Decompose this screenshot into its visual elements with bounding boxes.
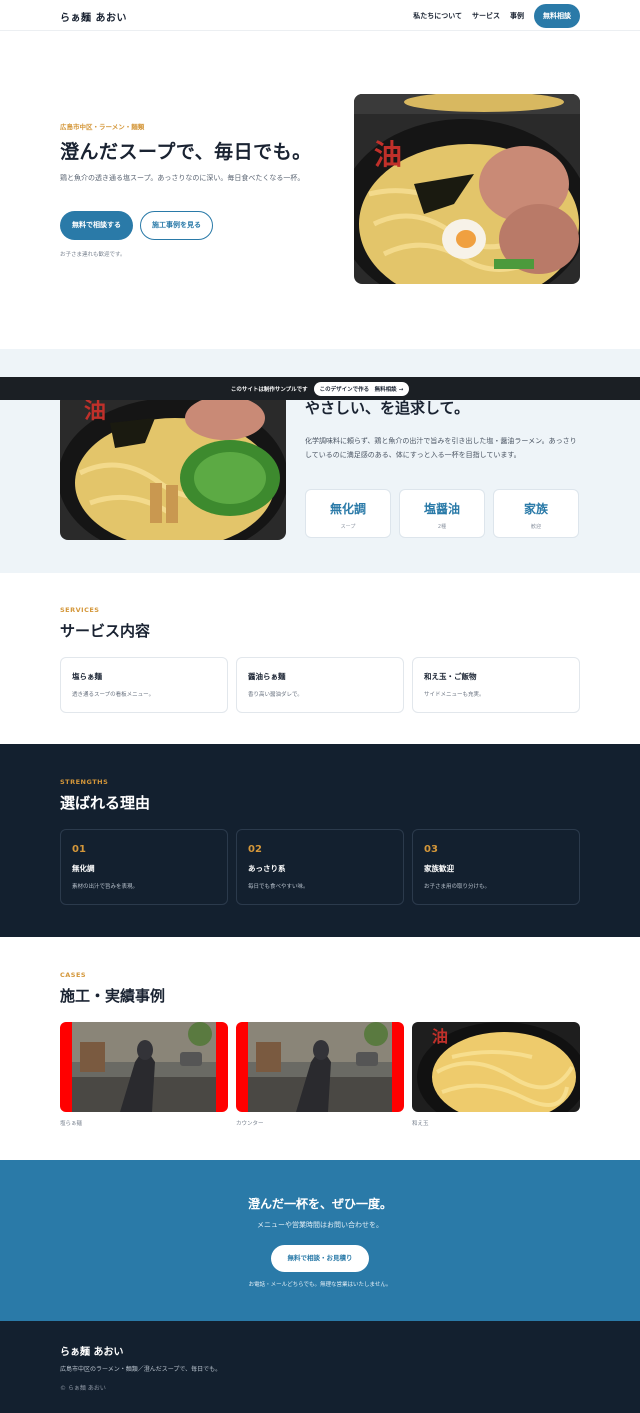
strengths-list: 01 無化調 素材の出汁で旨みを表現。 02 あっさり系 毎日でも食べやすい味。… xyxy=(60,829,580,905)
hero-section: 広島市中区・ラーメン・麺類 澄んだスープで、毎日でも。 鶏と魚介の透き通る塩スー… xyxy=(0,31,640,349)
service-name: 塩らぁ麺 xyxy=(72,672,102,681)
service-card: 醤油らぁ麺 香り高い醤油ダレで。 xyxy=(236,657,404,713)
main-nav: 私たちについて サービス 事例 無料相談 xyxy=(413,4,580,28)
consult-button[interactable]: 無料で相談する xyxy=(60,211,133,240)
service-card: 塩らぁ麺 透き通るスープの看板メニュー。 xyxy=(60,657,228,713)
stat-value: 塩醤油 xyxy=(423,502,460,516)
nav-link-about[interactable]: 私たちについて xyxy=(413,11,462,21)
hero-buttons: 無料で相談する 施工事例を見る xyxy=(60,211,213,240)
service-name: 醤油らぁ麺 xyxy=(248,672,286,681)
stat-label: 歓迎 xyxy=(530,524,541,530)
case-label: カウンター xyxy=(236,1121,264,1127)
header-cta-button[interactable]: 無料相談 xyxy=(534,4,580,28)
services-section: SERVICES サービス内容 塩らぁ麺 透き通るスープの看板メニュー。 醤油ら… xyxy=(0,573,640,744)
view-cases-button[interactable]: 施工事例を見る xyxy=(140,211,213,240)
strength-card: 01 無化調 素材の出汁で旨みを表現。 xyxy=(60,829,228,905)
about-title: やさしい、を追求して。 xyxy=(305,399,470,417)
site-header: らぁ麺 あおい 私たちについて サービス 事例 無料相談 xyxy=(0,0,640,31)
strength-desc: 毎日でも食べやすい味。 xyxy=(248,884,309,890)
hero-description: 鶏と魚介の透き通る塩スープ。あっさりなのに深い。毎日食べたくなる一杯。 xyxy=(60,174,305,182)
hero-title: 澄んだスープで、毎日でも。 xyxy=(60,141,312,163)
stat-label: スープ xyxy=(340,524,356,530)
case-image: 油 xyxy=(412,1022,580,1112)
footer-copyright: © らぁ麺 あおい xyxy=(60,1385,106,1392)
service-card: 和え玉・ご飯物 サイドメニューも充実。 xyxy=(412,657,580,713)
stat-value: 無化調 xyxy=(329,502,366,516)
cases-kicker: CASES xyxy=(60,971,87,979)
stat-value: 家族 xyxy=(523,502,548,516)
strengths-kicker: STRENGTHS xyxy=(60,778,109,786)
footer-description: 広島市中区のラーメン・麺類／澄んだスープで、毎日でも。 xyxy=(60,1366,222,1373)
sample-site-banner: このサイトは制作サンプルです このデザインで作る 無料相談 → xyxy=(0,377,640,400)
cta-title: 澄んだ一杯を、ぜひ一度。 xyxy=(247,1197,392,1211)
cta-consult-button[interactable]: 無料で相談・お見積り xyxy=(271,1245,369,1272)
case-image xyxy=(60,1022,228,1112)
case-item[interactable]: カウンター xyxy=(236,1022,404,1127)
case-image xyxy=(236,1022,404,1112)
strength-desc: 素材の出汁で旨みを表現。 xyxy=(72,884,139,890)
cases-title: 施工・実績事例 xyxy=(60,987,166,1005)
services-title: サービス内容 xyxy=(60,622,151,640)
cases-section: CASES 施工・実績事例 塩らぁ麺 カウンター 油 和え玉 xyxy=(0,937,640,1160)
strength-number: 03 xyxy=(424,844,438,855)
strength-name: あっさり系 xyxy=(248,864,286,873)
strength-name: 無化調 xyxy=(72,864,95,873)
strength-number: 01 xyxy=(72,844,86,855)
site-footer: らぁ麺 あおい 広島市中区のラーメン・麺類／澄んだスープで、毎日でも。 © らぁ… xyxy=(0,1321,640,1413)
svg-text:油: 油 xyxy=(84,399,106,424)
hero-kicker: 広島市中区・ラーメン・麺類 xyxy=(60,123,145,131)
stat-card: 塩醤油 2種 xyxy=(399,489,485,538)
case-label: 和え玉 xyxy=(412,1121,429,1127)
case-item[interactable]: 油 和え玉 xyxy=(412,1022,580,1127)
cases-list: 塩らぁ麺 カウンター 油 和え玉 xyxy=(60,1022,580,1127)
strength-card: 02 あっさり系 毎日でも食べやすい味。 xyxy=(236,829,404,905)
hero-note: お子さま連れも歓迎です。 xyxy=(60,252,126,258)
svg-text:油: 油 xyxy=(374,138,402,171)
service-desc: 香り高い醤油ダレで。 xyxy=(248,692,303,698)
nav-link-cases[interactable]: 事例 xyxy=(510,11,524,21)
stats-row: 無化調 スープ 塩醤油 2種 家族 歓迎 xyxy=(305,489,579,538)
strength-number: 02 xyxy=(248,844,262,855)
strength-card: 03 家族歓迎 お子さま用の取り分けも。 xyxy=(412,829,580,905)
site-logo[interactable]: らぁ麺 あおい xyxy=(60,9,127,24)
banner-text: このサイトは制作サンプルです xyxy=(230,386,308,393)
stat-card: 無化調 スープ xyxy=(305,489,391,538)
footer-logo: らぁ麺 あおい xyxy=(60,1347,124,1358)
strength-name: 家族歓迎 xyxy=(424,864,454,873)
case-item[interactable]: 塩らぁ麺 xyxy=(60,1022,228,1127)
strengths-section: STRENGTHS 選ばれる理由 01 無化調 素材の出汁で旨みを表現。 02 … xyxy=(0,744,640,937)
stat-label: 2種 xyxy=(437,524,447,530)
stat-card: 家族 歓迎 xyxy=(493,489,579,538)
about-description: 化学調味料に頼らず、鶏と魚介の出汁で旨みを引き出した塩・醤油ラーメン。あっさりし… xyxy=(305,437,577,459)
case-label: 塩らぁ麺 xyxy=(60,1121,83,1127)
hero-ramen-image: 油 xyxy=(354,94,580,284)
about-ramen-image: 油 xyxy=(60,393,286,540)
nav-link-services[interactable]: サービス xyxy=(472,11,500,21)
strength-desc: お子さま用の取り分けも。 xyxy=(424,884,491,890)
service-name: 和え玉・ご飯物 xyxy=(424,672,477,681)
cta-section: 澄んだ一杯を、ぜひ一度。 メニューや営業時間はお問い合わせを。 無料で相談・お見… xyxy=(0,1160,640,1321)
service-desc: サイドメニューも充実。 xyxy=(424,692,485,698)
services-list: 塩らぁ麺 透き通るスープの看板メニュー。 醤油らぁ麺 香り高い醤油ダレで。 和え… xyxy=(60,657,580,713)
service-desc: 透き通るスープの看板メニュー。 xyxy=(72,692,155,698)
strengths-title: 選ばれる理由 xyxy=(60,794,151,812)
svg-text:油: 油 xyxy=(432,1027,448,1046)
banner-cta-button[interactable]: このデザインで作る 無料相談 → xyxy=(313,381,410,396)
cta-subtitle: メニューや営業時間はお問い合わせを。 xyxy=(257,1221,383,1229)
services-kicker: SERVICES xyxy=(60,606,100,614)
cta-note: お電話・メールどちらでも。無理な営業はいたしません。 xyxy=(248,1282,392,1288)
